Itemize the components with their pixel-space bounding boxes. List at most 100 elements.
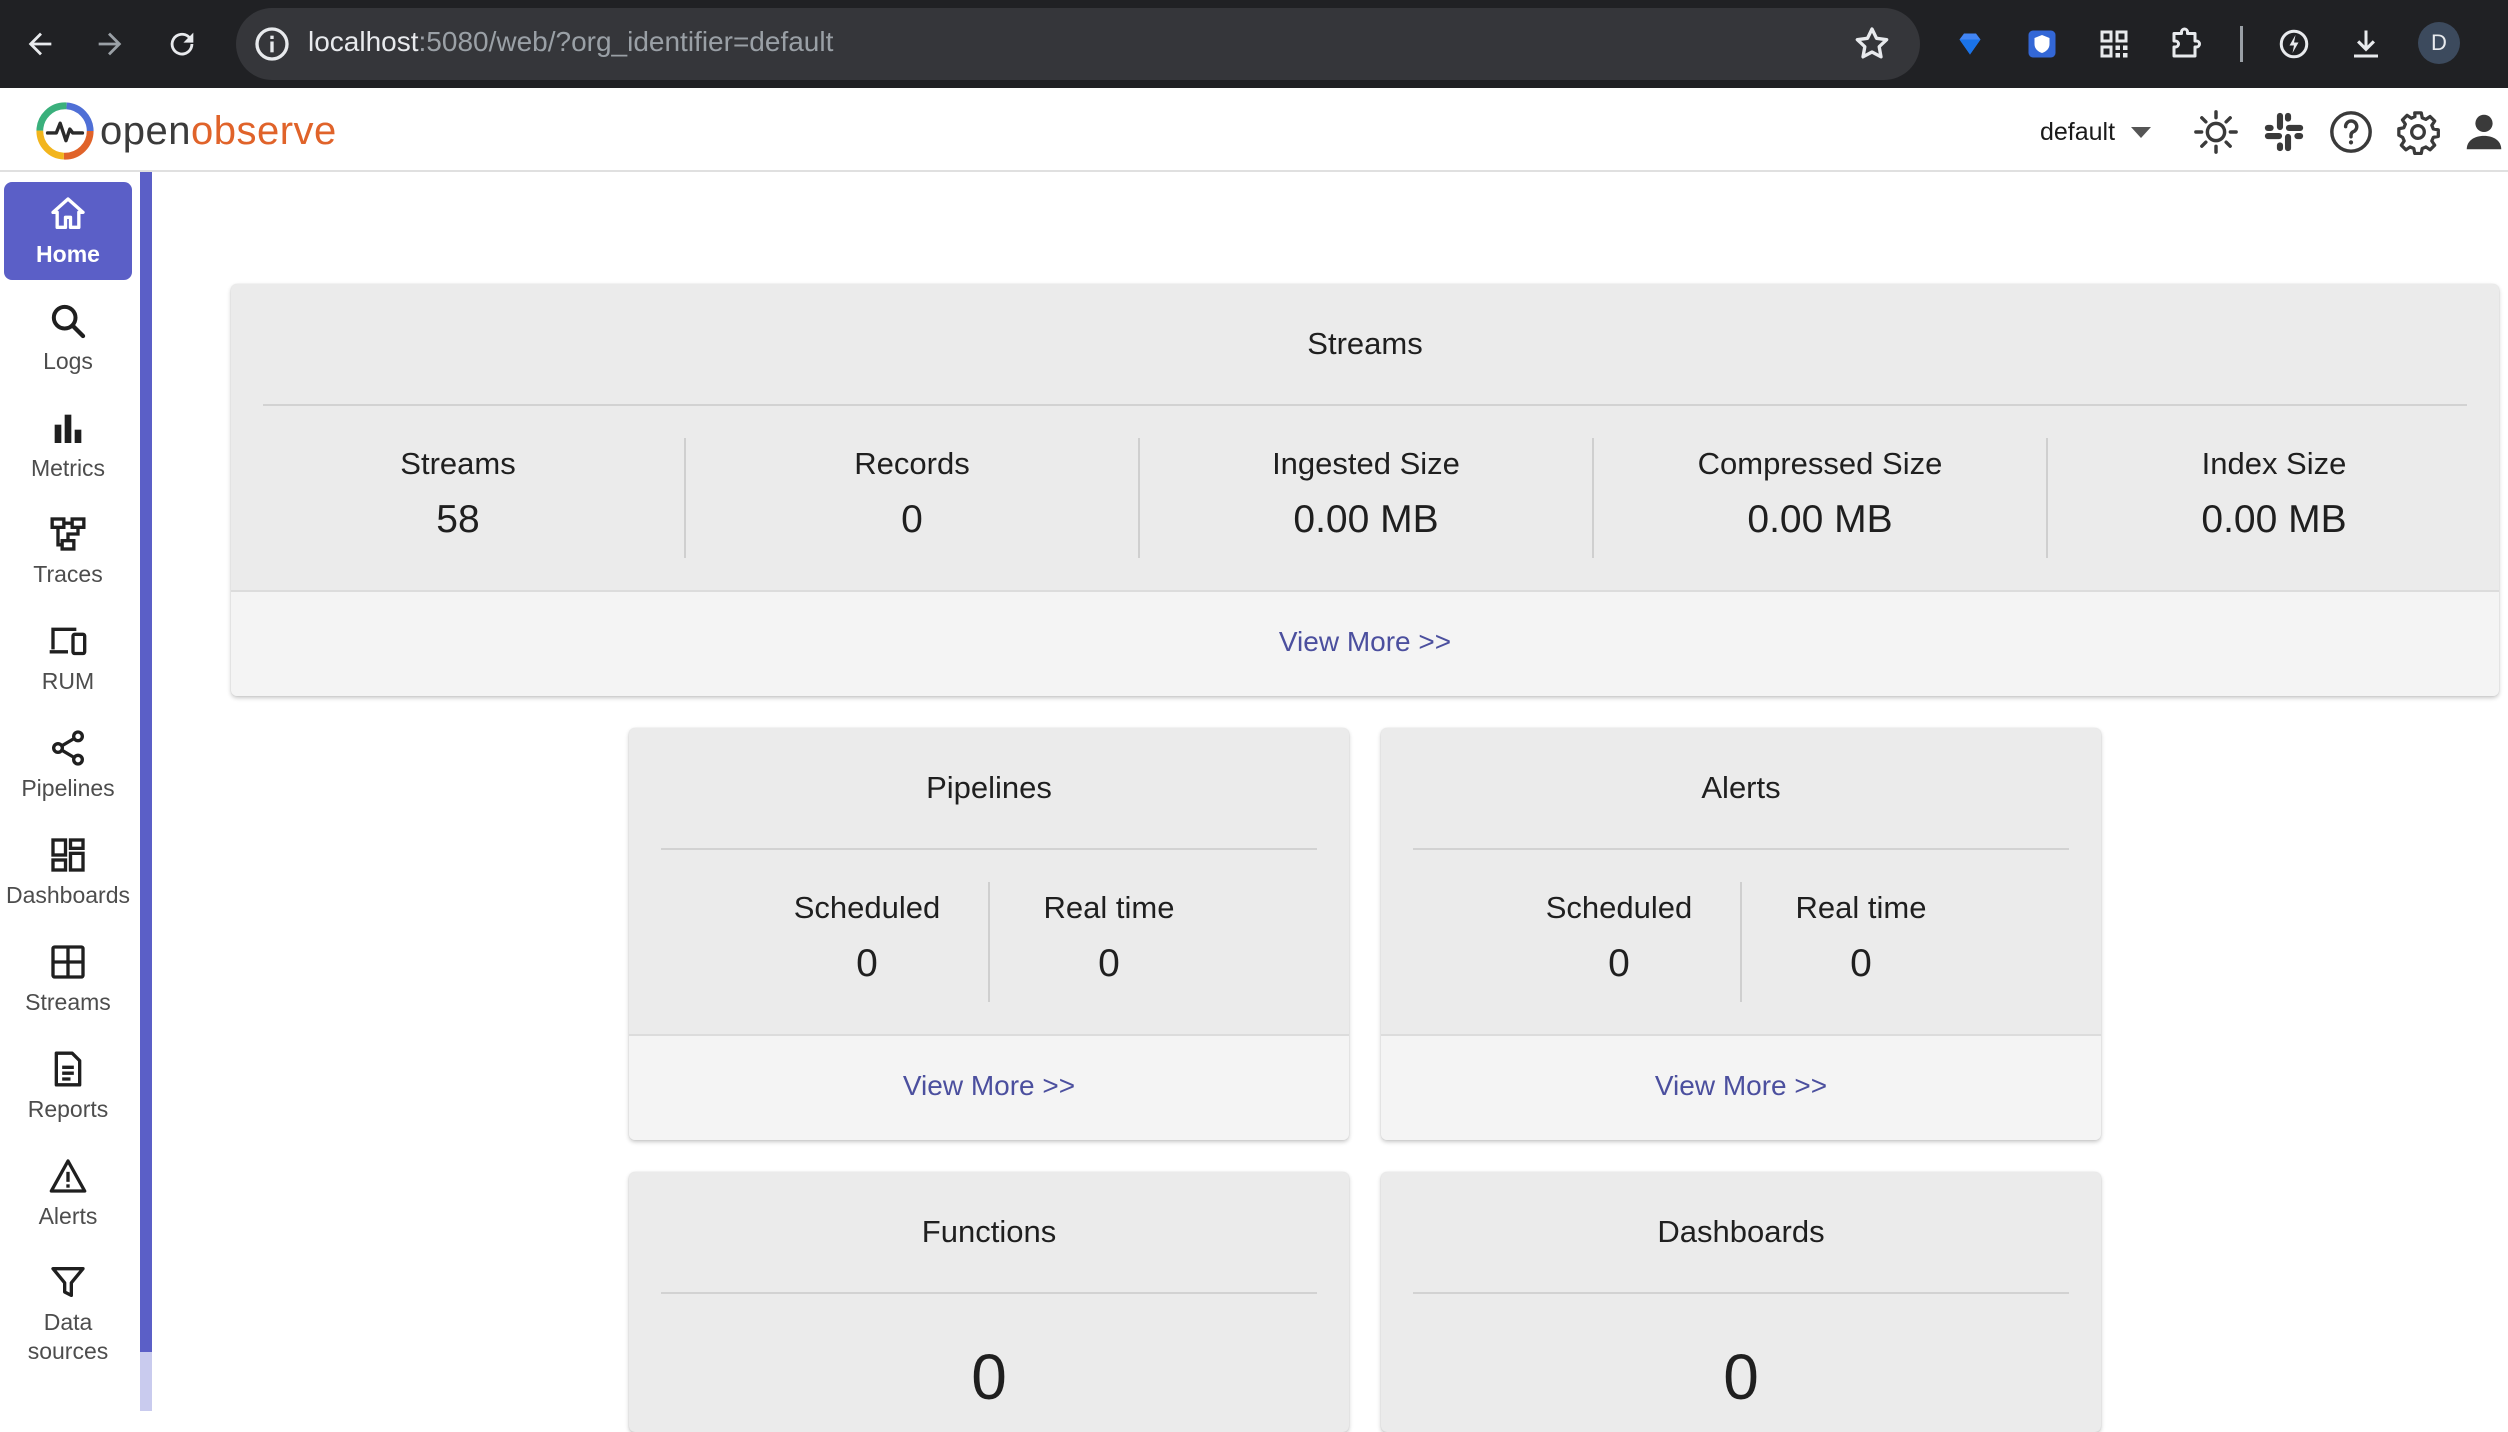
functions-card: Functions 0 xyxy=(629,1172,1349,1432)
stat-streams: Streams 58 xyxy=(231,446,685,542)
extensions-menu[interactable] xyxy=(2164,22,2208,66)
streams-card: Streams Streams 58 Records 0 Ingested Si… xyxy=(231,284,2499,696)
stat-scheduled: Scheduled 0 xyxy=(747,890,987,986)
stat-value: 0 xyxy=(856,942,878,985)
help-circle-icon xyxy=(2330,111,2372,153)
stat-label: Scheduled xyxy=(1545,890,1693,925)
sidebar-scrollbar-track[interactable] xyxy=(140,1352,152,1411)
sidebar-item-label: Pipelines xyxy=(21,775,115,801)
dashboards-count: 0 xyxy=(1723,1341,1759,1413)
url-text: localhost:5080/web/?org_identifier=defau… xyxy=(308,26,834,57)
card-divider xyxy=(263,404,2467,406)
slack-button[interactable] xyxy=(2260,108,2308,156)
qr-code-icon xyxy=(2100,30,2128,58)
sidebar-item-dashboards[interactable]: Dashboards xyxy=(4,823,132,921)
stat-value: 0.00 MB xyxy=(1747,498,1893,541)
sidebar-item-label: Home xyxy=(36,241,100,267)
stat-value: 0 xyxy=(1608,942,1630,985)
streams-view-more-link[interactable]: View More >> xyxy=(231,626,2499,658)
stat-value: 0.00 MB xyxy=(2201,498,2347,541)
sidebar-item-data-sources[interactable]: Data sources xyxy=(4,1250,132,1376)
stat-label: Index Size xyxy=(2201,446,2347,481)
back-button[interactable] xyxy=(12,16,68,72)
card-divider xyxy=(661,1292,1317,1294)
logo-wordmark: openobserve xyxy=(100,108,337,153)
openobserve-logo[interactable]: openobserve xyxy=(34,100,337,162)
sidebar-item-traces[interactable]: Traces xyxy=(4,502,132,600)
sidebar-item-home[interactable]: Home xyxy=(4,182,132,280)
sidebar-item-label: Traces xyxy=(33,561,103,587)
sidebar-item-label: Metrics xyxy=(30,455,106,481)
settings-button[interactable] xyxy=(2394,108,2442,156)
org-selector[interactable]: default xyxy=(2040,114,2152,150)
bookmark-star-icon[interactable] xyxy=(1852,24,1892,64)
functions-count: 0 xyxy=(971,1341,1007,1413)
site-info-icon[interactable] xyxy=(252,24,292,64)
traces-icon xyxy=(50,517,86,551)
sidebar-item-label: Data sources xyxy=(27,1309,109,1364)
card-title: Functions xyxy=(921,1214,1057,1249)
stat-scheduled: Scheduled 0 xyxy=(1499,890,1739,986)
sidebar-item-metrics[interactable]: Metrics xyxy=(4,396,132,494)
card-footer: View More >> xyxy=(1381,1034,2101,1140)
stat-label: Records xyxy=(854,446,970,481)
forward-button[interactable] xyxy=(82,16,138,72)
user-menu-button[interactable] xyxy=(2460,108,2508,156)
sidebar-item-label: RUM xyxy=(41,668,95,694)
address-bar[interactable]: localhost:5080/web/?org_identifier=defau… xyxy=(236,8,1920,80)
stat-ingested-size: Ingested Size 0.00 MB xyxy=(1139,446,1593,542)
alerts-card: Alerts Scheduled 0 Real time 0 View More… xyxy=(1381,728,2101,1140)
org-selector-value: default xyxy=(2040,117,2116,146)
card-title: Streams xyxy=(1307,326,1423,361)
reload-icon xyxy=(170,32,194,56)
sidebar-item-pipelines[interactable]: Pipelines xyxy=(4,716,132,814)
speed-icon xyxy=(2279,29,2309,59)
extension-qr[interactable] xyxy=(2092,22,2136,66)
stat-compressed-size: Compressed Size 0.00 MB xyxy=(1593,446,2047,542)
sidebar-item-label: Streams xyxy=(25,989,111,1015)
sidebar-item-rum[interactable]: RUM xyxy=(4,609,132,707)
stat-label: Scheduled xyxy=(793,890,941,925)
sidebar-scrollbar[interactable] xyxy=(140,172,152,1411)
card-divider xyxy=(661,848,1317,850)
card-divider xyxy=(1413,848,2069,850)
caret-down-icon xyxy=(2131,126,2152,138)
extension-shield[interactable] xyxy=(2020,22,2064,66)
extension-gem[interactable] xyxy=(1948,22,1992,66)
sidebar-item-label: Alerts xyxy=(38,1203,98,1229)
downloads-button[interactable] xyxy=(2344,22,2388,66)
sidebar-item-logs[interactable]: Logs xyxy=(4,289,132,387)
slack-icon xyxy=(2264,112,2304,152)
stat-value: 0.00 MB xyxy=(1293,498,1439,541)
share-icon xyxy=(52,730,84,766)
stat-real-time: Real time 0 xyxy=(1741,890,1981,986)
card-title: Pipelines xyxy=(926,770,1052,805)
gem-icon xyxy=(1959,33,1981,55)
shield-extension-icon xyxy=(2028,30,2056,58)
card-divider xyxy=(1413,1292,2069,1294)
app-header: openobserve default xyxy=(0,88,2508,172)
stat-real-time: Real time 0 xyxy=(989,890,1229,986)
stat-label: Real time xyxy=(1795,890,1927,925)
theme-toggle-button[interactable] xyxy=(2192,108,2240,156)
alerts-view-more-link[interactable]: View More >> xyxy=(1381,1070,2101,1102)
profile-avatar[interactable]: D xyxy=(2418,22,2460,64)
pipelines-view-more-link[interactable]: View More >> xyxy=(629,1070,1349,1102)
sidebar-item-streams[interactable]: Streams xyxy=(4,930,132,1028)
help-button[interactable] xyxy=(2327,108,2375,156)
pipelines-card: Pipelines Scheduled 0 Real time 0 View M… xyxy=(629,728,1349,1140)
performance-button[interactable] xyxy=(2272,22,2316,66)
stat-label: Real time xyxy=(1043,890,1175,925)
reload-button[interactable] xyxy=(154,16,210,72)
arrow-right-icon xyxy=(98,32,122,56)
card-title: Dashboards xyxy=(1657,1214,1825,1249)
puzzle-icon xyxy=(2172,27,2201,58)
dashboard-icon xyxy=(51,838,85,872)
devices-icon xyxy=(49,627,87,656)
document-icon xyxy=(54,1051,82,1087)
sidebar-item-label: Reports xyxy=(27,1096,109,1122)
stat-value: 0 xyxy=(901,498,923,541)
sidebar-item-alerts[interactable]: Alerts xyxy=(4,1144,132,1242)
sidebar-item-reports[interactable]: Reports xyxy=(4,1037,132,1135)
card-footer: View More >> xyxy=(231,590,2499,696)
